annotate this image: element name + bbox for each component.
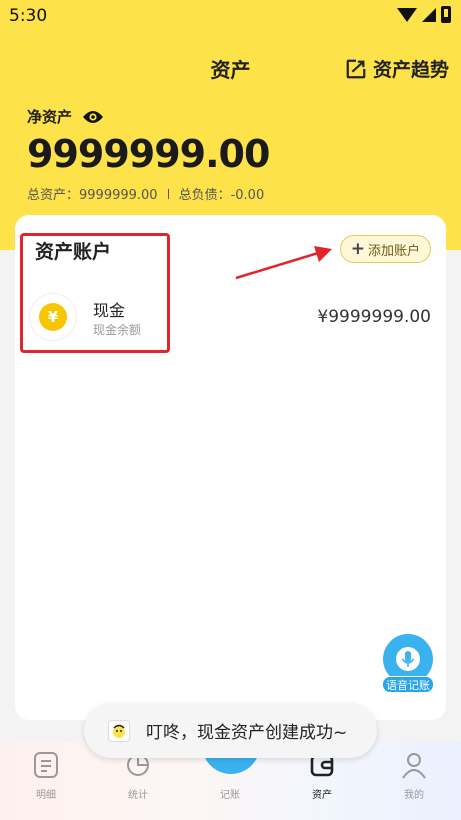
microphone-icon [396,647,420,671]
tab-label: 明细 [36,790,56,801]
annotation-arrow [235,246,332,280]
voice-entry-button[interactable]: 语音记账 [382,634,434,694]
total-assets: 总资产：9999999.00 [27,188,158,203]
tab-label: 记账 [220,790,240,801]
assets-summary: 总资产：9999999.00 总负债：-0.00 [27,184,264,203]
tab-label: 统计 [128,790,148,801]
status-bar: 5:30 [0,0,461,32]
status-time: 5:30 [9,6,48,26]
wifi-icon [397,7,417,22]
add-account-button[interactable]: + 添加账户 [339,235,431,263]
plus-icon: + [350,238,365,259]
net-assets-label: 净资产 [27,108,73,126]
eye-icon[interactable] [82,109,104,125]
user-icon [402,753,426,779]
trend-label: 资产趋势 [372,59,449,81]
asset-trend-button[interactable]: 资产趋势 [345,55,449,82]
signal-icon [422,7,436,22]
voice-entry-label: 语音记账 [382,676,434,693]
tab-mine[interactable]: 我的 [384,750,444,801]
list-icon [34,752,58,778]
tab-label: 我的 [404,790,424,801]
toast-notification: 叮咚，现金资产创建成功~ [84,703,377,758]
account-amount: ¥9999999.00 [317,307,431,327]
tab-label: 资产 [312,790,332,801]
app-avatar-icon [108,719,130,742]
annotation-highlight-box [20,233,170,353]
divider [167,188,169,199]
battery-icon [441,6,451,23]
net-assets-value: 9999999.00 [27,132,270,176]
add-account-label: 添加账户 [367,243,420,259]
trend-icon [346,59,366,78]
toast-message: 叮咚，现金资产创建成功~ [146,723,348,743]
tab-details[interactable]: 明细 [16,750,76,801]
total-debt: 总负债：-0.00 [178,188,265,203]
